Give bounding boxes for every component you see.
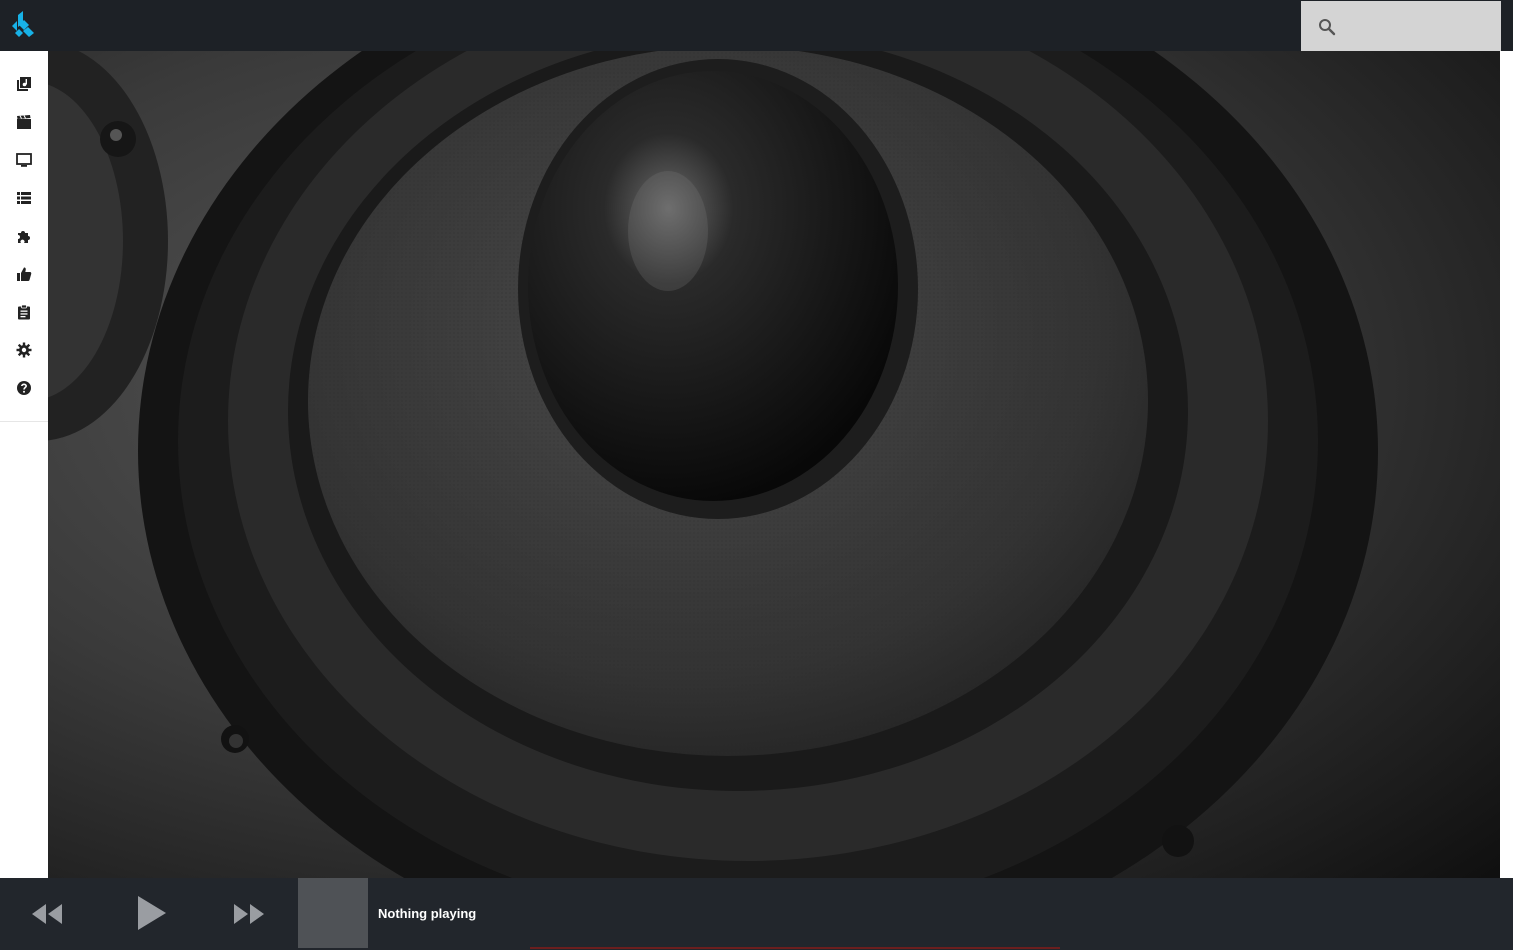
background-image-speaker bbox=[48, 51, 1500, 878]
kodi-logo-icon[interactable] bbox=[8, 11, 38, 41]
settings-icon bbox=[16, 342, 32, 358]
now-playing-thumbnail[interactable] bbox=[298, 878, 368, 948]
progress-indicator bbox=[530, 947, 1060, 949]
sidebar-item-help[interactable] bbox=[0, 369, 48, 407]
sidebar-item-movies[interactable] bbox=[0, 103, 48, 141]
clipboard-icon bbox=[18, 304, 30, 320]
music-library-icon bbox=[17, 77, 31, 91]
sidebar-item-settings[interactable] bbox=[0, 331, 48, 369]
top-bar bbox=[0, 0, 1513, 51]
sidebar bbox=[0, 51, 48, 878]
sidebar-item-playlist[interactable] bbox=[0, 179, 48, 217]
sidebar-item-tv[interactable] bbox=[0, 141, 48, 179]
sidebar-item-music[interactable] bbox=[0, 65, 48, 103]
search-input[interactable] bbox=[1347, 11, 1495, 43]
sidebar-item-log[interactable] bbox=[0, 293, 48, 331]
fast-forward-icon bbox=[234, 904, 264, 924]
sidebar-item-favourites[interactable] bbox=[0, 255, 48, 293]
search-icon bbox=[1317, 17, 1337, 37]
rewind-icon bbox=[32, 904, 62, 924]
play-icon bbox=[138, 896, 166, 930]
fast-forward-button[interactable] bbox=[228, 898, 270, 930]
search-box[interactable] bbox=[1301, 1, 1501, 51]
play-button[interactable] bbox=[130, 892, 172, 934]
right-edge-strip bbox=[1500, 51, 1513, 878]
tv-shows-icon bbox=[16, 153, 32, 167]
playlist-icon bbox=[17, 192, 31, 204]
sidebar-empty-area bbox=[0, 422, 48, 878]
now-playing-text: Nothing playing bbox=[378, 906, 477, 921]
speaker-illustration bbox=[48, 51, 1500, 878]
rewind-button[interactable] bbox=[26, 898, 68, 930]
movies-icon bbox=[17, 115, 31, 129]
player-bar: Nothing playing bbox=[0, 878, 1513, 950]
thumbs-up-icon bbox=[17, 267, 32, 281]
help-icon bbox=[17, 381, 31, 395]
sidebar-item-addons[interactable] bbox=[0, 217, 48, 255]
sidebar-nav bbox=[0, 65, 48, 425]
addons-icon bbox=[18, 231, 30, 243]
